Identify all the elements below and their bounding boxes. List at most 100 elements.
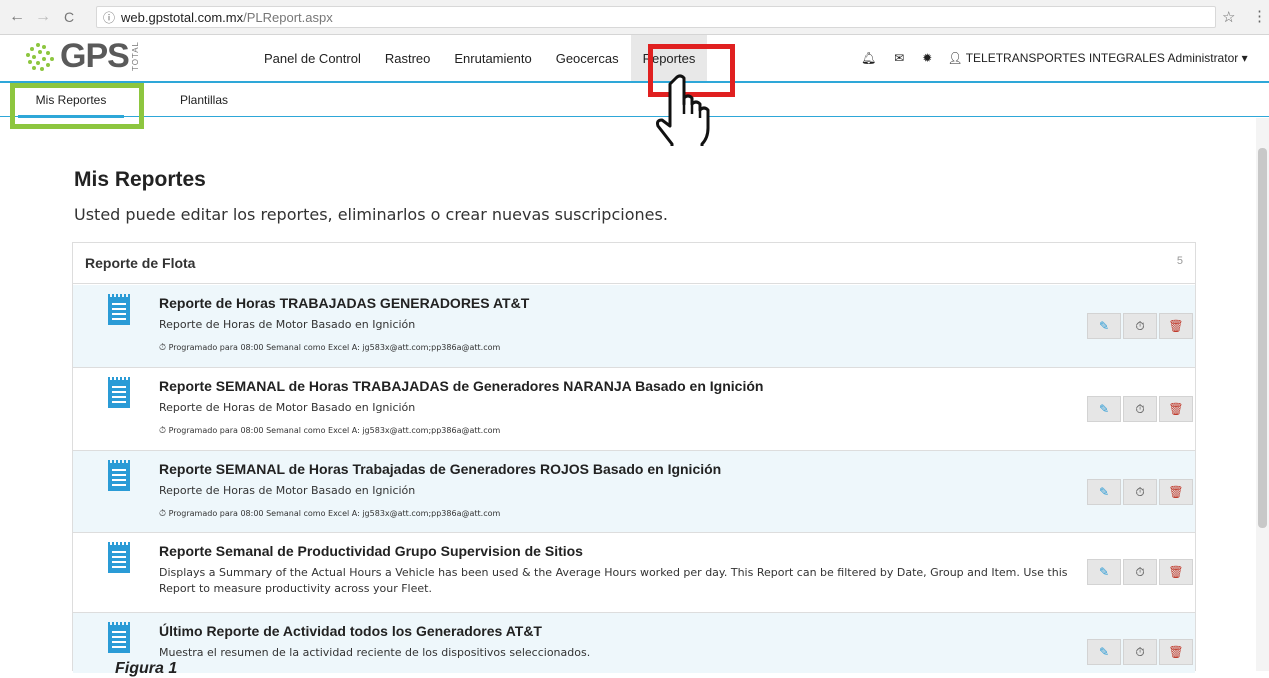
address-bar[interactable]: ⓘ web.gpstotal.com.mx/PLReport.aspx [96, 6, 1216, 28]
info-icon[interactable]: ⓘ [103, 9, 115, 26]
clock-icon: ⏱ [159, 426, 167, 436]
stopwatch-icon: ⏱ [1135, 644, 1145, 659]
row-actions: ✎ ⏱ 🗑︎ [1087, 396, 1195, 422]
logo-text: GPS [60, 36, 130, 75]
fleet-reports-panel: Reporte de Flota 5 Reporte de Horas TRAB… [72, 242, 1196, 673]
row-actions: ✎ ⏱ 🗑︎ [1087, 479, 1195, 505]
report-title[interactable]: Reporte Semanal de Productividad Grupo S… [159, 543, 583, 559]
report-count-badge: 5 [1176, 255, 1183, 267]
edit-button[interactable]: ✎ [1087, 479, 1121, 505]
scrollbar-thumb[interactable] [1258, 148, 1267, 528]
tab-plantillas[interactable]: Plantillas [180, 83, 228, 116]
trash-icon: 🗑︎ [1168, 565, 1184, 579]
back-icon[interactable]: ← [6, 8, 28, 26]
report-schedule: ⏱ Programado para 08:00 Semanal como Exc… [159, 343, 500, 353]
schedule-text: Programado para 08:00 Semanal como Excel [168, 343, 350, 352]
schedule-button[interactable]: ⏱ [1123, 639, 1157, 665]
sub-navbar: Mis Reportes Plantillas [0, 83, 1269, 118]
pencil-icon: ✎ [1098, 645, 1110, 659]
pencil-icon: ✎ [1098, 565, 1110, 579]
clock-icon: ⏱ [159, 509, 167, 519]
row-actions: ✎ ⏱ 🗑︎ [1087, 639, 1195, 665]
row-actions: ✎ ⏱ 🗑︎ [1087, 559, 1195, 585]
bookmark-star-icon[interactable]: ☆ [1222, 8, 1235, 26]
menu-panel-de-control[interactable]: Panel de Control [252, 35, 373, 81]
page-title: Mis Reportes [74, 168, 206, 191]
panel-title: Reporte de Flota [85, 255, 196, 271]
menu-rastreo[interactable]: Rastreo [373, 35, 443, 81]
trash-icon: 🗑︎ [1168, 319, 1184, 333]
delete-button[interactable]: 🗑︎ [1159, 396, 1193, 422]
schedule-button[interactable]: ⏱ [1123, 396, 1157, 422]
page-scrollbar[interactable] [1256, 118, 1269, 671]
stopwatch-icon: ⏱ [1135, 318, 1145, 333]
edit-button[interactable]: ✎ [1087, 313, 1121, 339]
browser-menu-icon[interactable]: ⋮ [1252, 7, 1267, 25]
menu-enrutamiento[interactable]: Enrutamiento [442, 35, 543, 81]
user-name: TELETRANSPORTES INTEGRALES Administrator… [965, 51, 1248, 65]
report-title[interactable]: Reporte SEMANAL de Horas Trabajadas de G… [159, 461, 721, 477]
bell-icon[interactable]: 🔔︎ [861, 51, 876, 65]
report-description: Reporte de Horas de Motor Basado en Igni… [159, 318, 416, 331]
report-row: Reporte de Horas TRABAJADAS GENERADORES … [73, 285, 1195, 368]
gps-total-logo[interactable]: GPS TOTAL [22, 37, 140, 75]
menu-geocercas[interactable]: Geocercas [544, 35, 631, 81]
recipients-text: A: jg583x@att.com;pp386a@att.com [351, 343, 501, 352]
edit-button[interactable]: ✎ [1087, 396, 1121, 422]
schedule-button[interactable]: ⏱ [1123, 559, 1157, 585]
schedule-text: Programado para 08:00 Semanal como Excel [168, 509, 350, 518]
report-schedule: ⏱ Programado para 08:00 Semanal como Exc… [159, 426, 500, 436]
delete-button[interactable]: 🗑︎ [1159, 639, 1193, 665]
report-document-icon [108, 377, 130, 408]
report-row: Último Reporte de Actividad todos los Ge… [73, 613, 1195, 673]
report-description: Displays a Summary of the Actual Hours a… [159, 566, 1068, 595]
report-title[interactable]: Reporte de Horas TRABAJADAS GENERADORES … [159, 295, 529, 311]
report-title[interactable]: Reporte SEMANAL de Horas TRABAJADAS de G… [159, 378, 763, 394]
report-description: Reporte de Horas de Motor Basado en Igni… [159, 401, 416, 414]
clock-icon: ⏱ [159, 343, 167, 353]
schedule-button[interactable]: ⏱ [1123, 313, 1157, 339]
logo-dots-icon [22, 41, 56, 71]
pencil-icon: ✎ [1098, 319, 1110, 333]
user-icon: 👤︎ [947, 51, 966, 65]
envelope-icon[interactable]: ✉ [894, 51, 904, 65]
edit-button[interactable]: ✎ [1087, 639, 1121, 665]
app-navbar: GPS TOTAL Panel de Control Rastreo Enrut… [0, 35, 1269, 83]
reload-icon[interactable]: C [58, 9, 80, 25]
figure-caption: Figura 1 [115, 660, 178, 677]
trash-icon: 🗑︎ [1168, 485, 1184, 499]
trash-icon: 🗑︎ [1168, 645, 1184, 659]
recipients-text: A: jg583x@att.com;pp386a@att.com [351, 509, 501, 518]
schedule-button[interactable]: ⏱ [1123, 479, 1157, 505]
highlight-mis-reportes-box [10, 83, 144, 129]
row-actions: ✎ ⏱ 🗑︎ [1087, 313, 1195, 339]
delete-button[interactable]: 🗑︎ [1159, 313, 1193, 339]
page-subtitle: Usted puede editar los reportes, elimina… [74, 205, 668, 224]
logo-subtext: TOTAL [130, 40, 140, 72]
report-schedule: ⏱ Programado para 08:00 Semanal como Exc… [159, 509, 500, 519]
url-host: web.gpstotal.com.mx [121, 9, 244, 25]
gear-icon[interactable]: ✹ [922, 51, 932, 65]
delete-button[interactable]: 🗑︎ [1159, 559, 1193, 585]
stopwatch-icon: ⏱ [1135, 564, 1145, 579]
report-title[interactable]: Último Reporte de Actividad todos los Ge… [159, 623, 542, 639]
url-path: /PLReport.aspx [243, 9, 333, 25]
report-row: Reporte Semanal de Productividad Grupo S… [73, 533, 1195, 613]
user-nav: 🔔︎ ✉ ✹ 👤︎ TELETRANSPORTES INTEGRALES Adm… [852, 35, 1248, 81]
user-menu[interactable]: 👤︎ TELETRANSPORTES INTEGRALES Administra… [947, 51, 1247, 65]
forward-icon[interactable]: → [32, 8, 54, 26]
main-menu: Panel de Control Rastreo Enrutamiento Ge… [252, 35, 708, 81]
report-document-icon [108, 460, 130, 491]
stopwatch-icon: ⏱ [1135, 401, 1145, 416]
report-row: Reporte SEMANAL de Horas Trabajadas de G… [73, 451, 1195, 533]
report-document-icon [108, 294, 130, 325]
edit-button[interactable]: ✎ [1087, 559, 1121, 585]
delete-button[interactable]: 🗑︎ [1159, 479, 1193, 505]
pencil-icon: ✎ [1098, 402, 1110, 416]
stopwatch-icon: ⏱ [1135, 484, 1145, 499]
report-description: Muestra el resumen de la actividad recie… [159, 646, 591, 659]
report-description: Reporte de Horas de Motor Basado en Igni… [159, 484, 416, 497]
panel-heading: Reporte de Flota 5 [73, 243, 1195, 284]
browser-toolbar: ← → C ⓘ web.gpstotal.com.mx/PLReport.asp… [0, 0, 1269, 35]
trash-icon: 🗑︎ [1168, 402, 1184, 416]
